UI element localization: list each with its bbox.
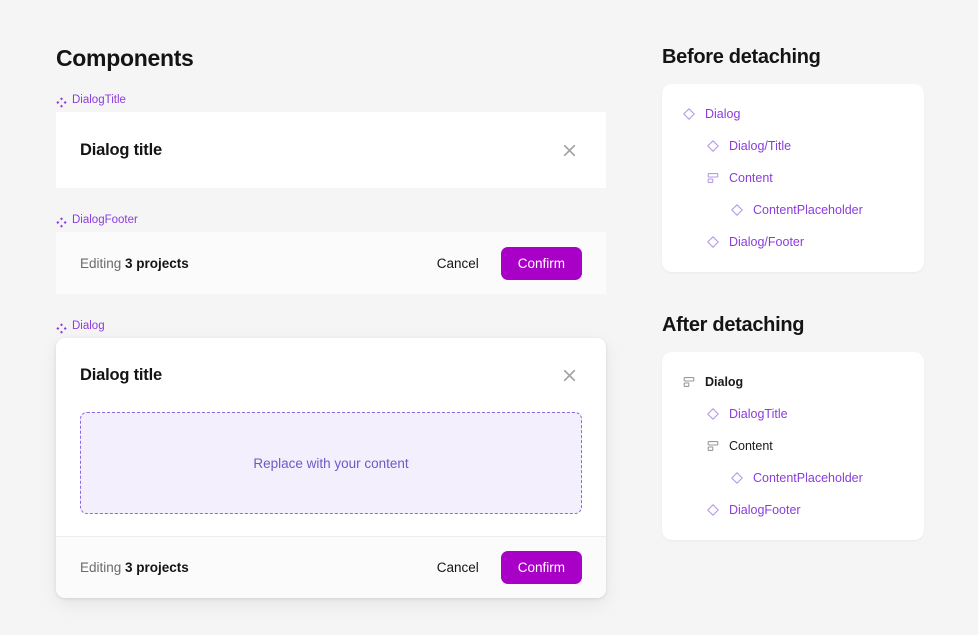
frame-layout-icon — [682, 375, 696, 389]
component-badge-dialogtitle[interactable]: DialogTitle — [56, 92, 606, 108]
tree-row-label: Dialog — [705, 375, 744, 389]
tree-row[interactable]: DialogTitle — [662, 398, 924, 430]
tree-row[interactable]: DialogFooter — [662, 494, 924, 526]
close-icon — [561, 142, 578, 159]
tree-row[interactable]: ContentPlaceholder — [662, 194, 924, 226]
cancel-button[interactable]: Cancel — [429, 554, 487, 581]
component-instance-diamond-icon — [706, 407, 720, 421]
editing-prefix: Editing — [80, 560, 126, 575]
tree-row[interactable]: ContentPlaceholder — [662, 462, 924, 494]
tree-row[interactable]: Dialog — [662, 366, 924, 398]
dialogfooter-preview: Editing 3 projects Cancel Confirm — [56, 232, 606, 294]
close-button[interactable] — [556, 137, 582, 163]
dialog-footer-bar: Editing 3 projects Cancel Confirm — [56, 536, 606, 598]
editing-prefix: Editing — [80, 255, 126, 271]
tree-row-label: DialogTitle — [729, 407, 788, 421]
tree-row[interactable]: Dialog/Footer — [662, 226, 924, 258]
editing-count: 3 projects — [125, 560, 189, 575]
component-diamond-icon — [56, 215, 67, 228]
close-icon — [561, 367, 578, 384]
confirm-button[interactable]: Confirm — [500, 246, 582, 280]
component-badge-label: DialogFooter — [72, 214, 138, 226]
editing-status: Editing 3 projects — [80, 256, 189, 271]
confirm-button[interactable]: Confirm — [500, 551, 582, 584]
tree-row[interactable]: Content — [662, 162, 924, 194]
dialog-title-text: Dialog title — [80, 365, 162, 384]
component-instance-diamond-icon — [730, 471, 744, 485]
tree-row-label: Content — [729, 439, 773, 453]
dialog-preview: Dialog title Replace with your content E… — [56, 338, 606, 598]
component-diamond-icon — [56, 95, 67, 108]
close-button[interactable] — [556, 362, 582, 388]
editing-count: 3 projects — [125, 255, 189, 271]
component-instance-diamond-icon — [706, 503, 720, 517]
footer-actions: Cancel Confirm — [429, 246, 582, 280]
cancel-button[interactable]: Cancel — [429, 250, 487, 277]
footer-actions: Cancel Confirm — [429, 551, 582, 584]
component-badge-dialog[interactable]: Dialog — [56, 318, 606, 334]
tree-row-label: Dialog/Title — [729, 139, 792, 153]
dialogtitle-preview: Dialog title — [56, 112, 606, 188]
content-placeholder-label: Replace with your content — [253, 455, 409, 471]
tree-row-label: DialogFooter — [729, 503, 801, 517]
editing-status: Editing 3 projects — [80, 560, 189, 575]
dialog-title-text: Dialog title — [80, 140, 162, 159]
dialog-title-bar: Dialog title — [56, 338, 606, 412]
tree-row-label: Dialog/Footer — [729, 235, 805, 249]
tree-row[interactable]: Content — [662, 430, 924, 462]
frame-layout-icon — [706, 171, 720, 185]
tree-row[interactable]: Dialog — [662, 98, 924, 130]
before-detaching-heading: Before detaching — [662, 46, 821, 68]
components-column: Components DialogTitle Dialog title Dial… — [56, 44, 606, 598]
content-placeholder[interactable]: Replace with your content — [80, 412, 582, 514]
component-instance-diamond-icon — [706, 235, 720, 249]
before-detaching-tree: Dialog Dialog/Title Content ContentPlace… — [662, 84, 924, 272]
component-instance-diamond-icon — [730, 203, 744, 217]
tree-row-label: ContentPlaceholder — [753, 471, 863, 485]
app-root: Components DialogTitle Dialog title Dial… — [0, 0, 978, 635]
component-diamond-icon — [56, 321, 67, 334]
page-title: Components — [56, 45, 194, 71]
dialog-footer-bar: Editing 3 projects Cancel Confirm — [56, 232, 606, 294]
after-detaching-tree: Dialog DialogTitle Content ContentPlaceh… — [662, 352, 924, 540]
frame-layout-icon — [706, 439, 720, 453]
tree-row[interactable]: Dialog/Title — [662, 130, 924, 162]
tree-row-label: Content — [729, 171, 773, 185]
tree-row-label: Dialog — [705, 107, 741, 121]
component-badge-dialogfooter[interactable]: DialogFooter — [56, 212, 606, 228]
after-detaching-heading: After detaching — [662, 314, 805, 336]
layers-column: Before detaching Dialog Dialog/Title Con… — [662, 44, 924, 540]
tree-row-label: ContentPlaceholder — [753, 203, 863, 217]
dialog-body: Replace with your content — [56, 412, 606, 536]
component-badge-label: Dialog — [72, 320, 105, 332]
component-badge-label: DialogTitle — [72, 94, 126, 106]
component-instance-diamond-icon — [682, 107, 696, 121]
component-instance-diamond-icon — [706, 139, 720, 153]
dialog-title-bar: Dialog title — [56, 112, 606, 188]
